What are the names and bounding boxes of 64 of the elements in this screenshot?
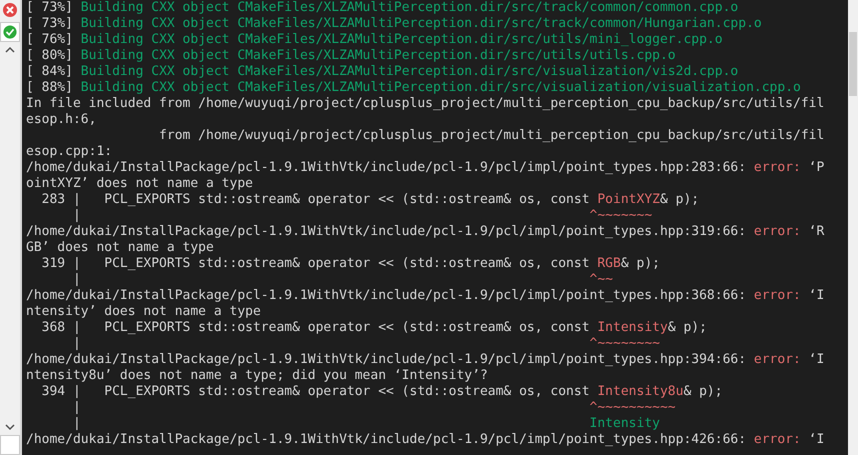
output-text: | [72,400,81,415]
output-text: Intensity [597,320,668,335]
output-text: error: [754,288,801,303]
output-text: [ 80%] [26,48,74,63]
output-text: Intensity8u [597,384,684,399]
output-text: Building CXX object CMakeFiles/XLZAMultiPerception.dir/src/track/common/common.cpp.o [80,0,738,15]
output-text: [ 84%] [26,64,74,79]
output-text: /home/dukai/InstallPackage/pcl-1.9.1WithVtk/include/pcl-1.9/pcl/impl/point_types.hpp:394:66: [26,352,748,367]
caret-up-icon[interactable] [5,46,15,54]
output-text: RGB [597,256,621,271]
output-text: PointXYZ [597,192,660,207]
output-text: | [72,416,81,431]
output-text: error: [754,432,801,447]
output-text: GB’ does not name a type [26,240,214,255]
output-text: & p); [683,384,723,399]
output-text: [ 76%] [26,32,74,47]
output-text: ‘R [808,224,824,239]
output-text: error: [754,352,801,367]
output-text: /home/dukai/InstallPackage/pcl-1.9.1WithVtk/include/pcl-1.9/pcl/impl/point_types.hpp:319:66: [26,224,748,239]
output-text: from /home/wuyuqi/project/cplusplus_project/multi_perception_cpu_backup/src/utils/fil [158,128,824,143]
output-text: & p); [620,256,660,271]
output-text: ‘I [808,288,824,303]
output-text: ^~~ [588,272,614,287]
output-text: 368 | PCL_EXPORTS std::ostream& operator << (std::ostream& os, const [40,320,591,335]
close-icon[interactable] [2,2,18,18]
output-text: ntensity8u’ does not name a type; did you mean ‘Intensity’? [26,368,488,383]
output-text: 319 | PCL_EXPORTS std::ostream& operator << (std::ostream& os, const [40,256,591,271]
output-text: [ 73%] [26,16,74,31]
output-text: | [72,272,81,287]
output-text: ‘I [808,432,824,447]
check-icon [3,25,17,39]
output-text: 283 | PCL_EXPORTS std::ostream& operator << (std::ostream& os, const [40,192,591,207]
caret-down-icon[interactable] [5,423,15,431]
output-text: [ 73%] [26,0,74,15]
output-text: /home/dukai/InstallPackage/pcl-1.9.1WithVtk/include/pcl-1.9/pcl/impl/point_types.hpp:426:66: [26,432,748,447]
output-text: /home/dukai/InstallPackage/pcl-1.9.1WithVtk/include/pcl-1.9/pcl/impl/point_types.hpp:368:66: [26,288,748,303]
scrollbar[interactable] [848,0,858,455]
output-text: | [72,208,81,223]
output-text: Building CXX object CMakeFiles/XLZAMultiPerception.dir/src/visualization/visualization.cpp.o [80,80,801,95]
output-text: esop.h:6, [26,112,96,127]
output-text: ‘P [808,160,824,175]
scrollbar-thumb[interactable] [849,32,857,96]
output-text: Building CXX object CMakeFiles/XLZAMultiPerception.dir/src/track/common/Hungarian.cpp.o [80,16,762,31]
output-text: ointXYZ’ does not name a type [26,176,253,191]
output-text: 394 | PCL_EXPORTS std::ostream& operator << (std::ostream& os, const [40,384,591,399]
output-text: [ 88%] [26,80,74,95]
output-text: Building CXX object CMakeFiles/XLZAMultiPerception.dir/src/utils/utils.cpp.o [80,48,676,63]
output-text: /home/dukai/InstallPackage/pcl-1.9.1WithVtk/include/pcl-1.9/pcl/impl/point_types.hpp:283:66: [26,160,748,175]
output-text: ^~~~~~~~~~~ [588,400,676,415]
output-text: error: [754,160,801,175]
output-text: Intensity [588,416,660,431]
output-text: Building CXX object CMakeFiles/XLZAMultiPerception.dir/src/visualization/vis2d.cpp.o [80,64,738,79]
output-text: | [72,336,81,351]
output-text: & p); [660,192,700,207]
output-text: ‘I [808,352,824,367]
output-text: In file included from /home/wuyuqi/project/cplusplus_project/multi_perception_cpu_backup/src/utils/fil [26,96,824,111]
output-text: & p); [668,320,707,335]
output-text: error: [754,224,801,239]
output-text: ^~~~~~~~ [588,208,652,223]
output-text: Building CXX object CMakeFiles/XLZAMultiPerception.dir/src/utils/mini_logger.cpp.o [80,32,723,47]
output-text: ntensity’ does not name a type [26,304,261,319]
output-text: esop.cpp:1: [26,144,112,159]
output-text: ^~~~~~~~~ [588,336,660,351]
check-button[interactable] [0,22,20,42]
